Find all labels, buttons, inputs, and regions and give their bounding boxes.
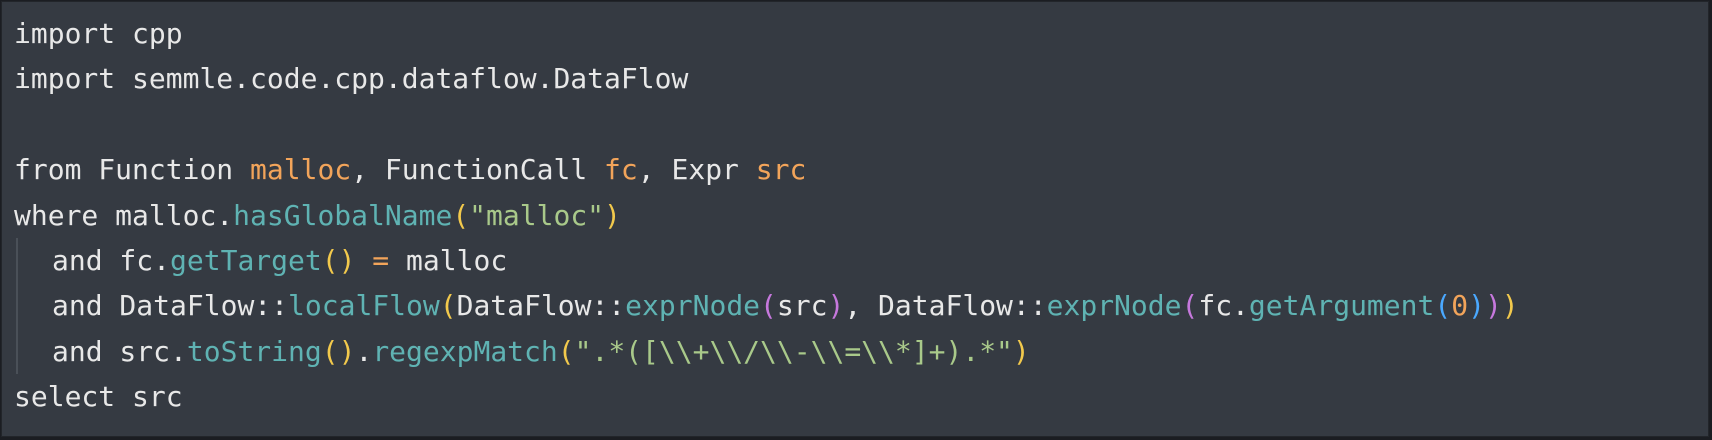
- code-token: "malloc": [469, 198, 605, 232]
- code-token: malloc: [406, 243, 508, 277]
- code-token: import: [14, 62, 116, 96]
- code-token: regexpMatch: [372, 334, 558, 368]
- code-token: DataFlow::: [102, 289, 289, 323]
- code-token: DataFlow::: [456, 289, 626, 323]
- code-token: and: [52, 334, 103, 368]
- code-token: , Expr: [637, 153, 756, 187]
- code-line: ​: [14, 102, 1708, 147]
- code-token: fc: [604, 153, 638, 187]
- code-token: malloc.: [98, 198, 234, 232]
- code-line: and DataFlow::localFlow(DataFlow::exprNo…: [14, 283, 1708, 329]
- code-token: localFlow: [288, 289, 440, 323]
- code-token: src: [755, 153, 807, 187]
- code-token: ".*([\\+\\/\\-\\=\\*]+).*": [574, 334, 1013, 368]
- indent-guide: [16, 283, 18, 329]
- code-token: hasGlobalName: [233, 198, 453, 232]
- code-token: (: [1181, 289, 1199, 323]
- code-token: ): [1501, 289, 1519, 323]
- code-line: select src: [14, 374, 1708, 419]
- code-token: and: [52, 289, 103, 323]
- code-token: where: [14, 198, 99, 232]
- code-token: malloc: [250, 153, 352, 187]
- code-token: getArgument: [1248, 289, 1435, 323]
- code-token: (: [452, 198, 470, 232]
- code-token: exprNode: [625, 289, 761, 323]
- code-token: (: [760, 289, 777, 323]
- code-token: from: [14, 153, 82, 187]
- code-token: =: [355, 243, 407, 277]
- code-block: import cpp import semmle.code.cpp.dataflo…: [14, 11, 1708, 420]
- code-token: import: [14, 17, 116, 50]
- code-token: (: [1434, 289, 1452, 323]
- code-token: ): [1484, 289, 1502, 323]
- code-token: ): [1468, 289, 1485, 323]
- code-token: src: [776, 289, 828, 323]
- code-line: import semmle.code.cpp.dataflow.DataFlow: [14, 56, 1708, 101]
- code-token: src: [115, 380, 183, 414]
- code-token: fc.: [1198, 289, 1249, 323]
- code-token: toString: [186, 334, 322, 368]
- code-token: src.: [102, 334, 187, 368]
- indent-guide: [16, 237, 18, 284]
- code-token: .: [355, 334, 373, 368]
- code-token: exprNode: [1046, 289, 1182, 323]
- code-token: (): [321, 243, 356, 277]
- code-token: and: [52, 243, 103, 277]
- code-line: from Function malloc, FunctionCall fc, E…: [14, 147, 1708, 192]
- code-token: , DataFlow::: [844, 289, 1047, 323]
- code-line: import cpp: [14, 11, 1708, 56]
- code-token: , FunctionCall: [351, 153, 605, 187]
- code-token: Function: [81, 153, 251, 187]
- code-token: cpp: [115, 17, 183, 50]
- code-line: and src.toString().regexpMatch(".*([\\+\…: [14, 328, 1708, 375]
- code-line: where malloc.hasGlobalName("malloc"): [14, 193, 1708, 238]
- code-token: ): [827, 289, 845, 323]
- code-token: select: [14, 380, 116, 414]
- code-token: (: [439, 289, 457, 323]
- code-token: ): [604, 198, 621, 232]
- code-token: ): [1012, 334, 1030, 368]
- indent-guide: [16, 328, 18, 375]
- code-line: and fc.getTarget() = malloc: [14, 237, 1708, 284]
- code-token: semmle.code.cpp.dataflow.DataFlow: [115, 62, 689, 96]
- code-token: fc.: [102, 243, 171, 277]
- code-token: (): [321, 334, 356, 368]
- code-token: getTarget: [170, 243, 322, 277]
- code-editor[interactable]: import cpp import semmle.code.cpp.dataflo…: [1, 1, 1709, 437]
- code-token: 0: [1451, 289, 1469, 323]
- code-token: (: [557, 334, 575, 368]
